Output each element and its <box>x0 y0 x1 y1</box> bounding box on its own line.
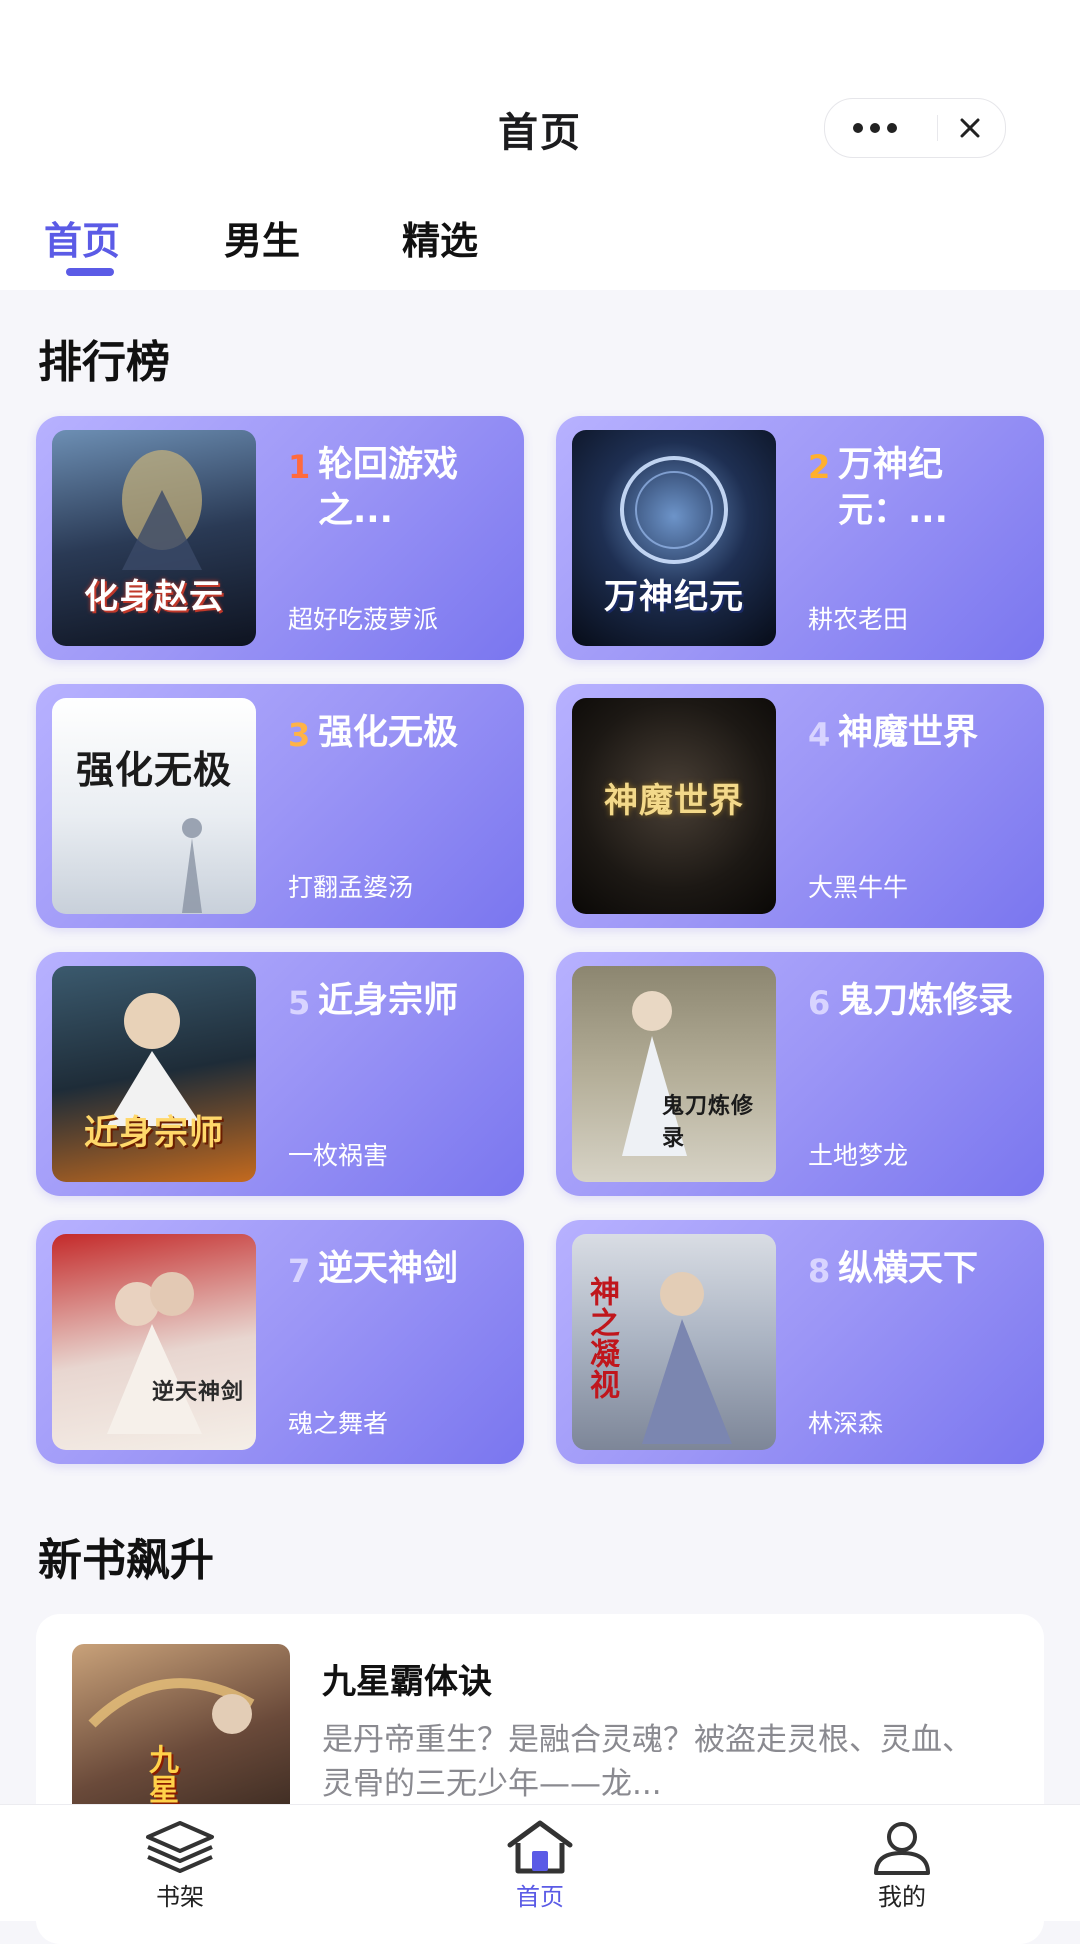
ranking-card[interactable]: 逆天神剑 7 逆天神剑 魂之舞者 <box>36 1220 524 1464</box>
book-cover: 神之凝视 <box>572 1234 776 1450</box>
rank-number: 3 <box>288 716 311 754</box>
cover-title-text: 逆天神剑 <box>152 1379 245 1405</box>
book-author: 耕农老田 <box>808 605 909 634</box>
ranking-section-title: 排行榜 <box>38 337 170 388</box>
capsule-divider <box>937 115 938 141</box>
book-author: 大黑牛牛 <box>808 873 909 902</box>
ranking-card[interactable]: 强化无极 3 强化无极 打翻孟婆汤 <box>36 684 524 928</box>
book-title: 近身宗师 <box>318 981 459 1021</box>
nav-profile[interactable]: 我的 <box>822 1805 982 1921</box>
couple-figure-icon <box>107 1272 202 1434</box>
tab-home[interactable]: 首页 <box>44 210 120 265</box>
active-tab-indicator <box>66 268 114 276</box>
cover-title-text: 近身宗师 <box>84 1113 224 1153</box>
nav-label: 首页 <box>516 1883 564 1911</box>
book-title: 神魔世界 <box>838 713 979 753</box>
ranking-card[interactable]: 神之凝视 8 纵横天下 林深森 <box>556 1220 1044 1464</box>
mini-program-capsule <box>824 98 1006 158</box>
book-author: 打翻孟婆汤 <box>288 873 414 902</box>
book-author: 土地梦龙 <box>808 1141 909 1170</box>
ranking-card[interactable]: 万神纪元 2 万神纪元：... 耕农老田 <box>556 416 1044 660</box>
bottom-nav: 书架 首页 我的 <box>0 1804 1080 1921</box>
tab-male[interactable]: 男生 <box>224 210 300 265</box>
book-title: 强化无极 <box>318 713 459 753</box>
top-header: 首页 首页 男生 精选 <box>0 0 1080 290</box>
rank-number: 2 <box>808 448 831 486</box>
book-cover: 化身赵云 <box>52 430 256 646</box>
book-author: 一枚祸害 <box>288 1141 389 1170</box>
book-title: 轮回游戏之... <box>318 445 459 531</box>
rank-number: 5 <box>288 984 311 1022</box>
cover-title-text: 强化无极 <box>75 747 232 792</box>
cover-title-text: 神之凝视 <box>584 1276 619 1400</box>
ranking-card[interactable]: 神魔世界 4 神魔世界 大黑牛牛 <box>556 684 1044 928</box>
cover-title-text: 化身赵云 <box>84 577 224 617</box>
book-title: 万神纪元：... <box>838 445 948 531</box>
book-cover: 逆天神剑 <box>52 1234 256 1450</box>
nav-home[interactable]: 首页 <box>460 1805 620 1921</box>
book-title: 鬼刀炼修录 <box>838 981 1014 1021</box>
book-cover: 近身宗师 <box>52 966 256 1182</box>
user-icon <box>874 1822 930 1875</box>
rank-number: 8 <box>808 1252 831 1290</box>
book-cover: 强化无极 <box>52 698 256 914</box>
tab-featured[interactable]: 精选 <box>402 210 478 265</box>
cover-title-text: 鬼刀炼修录 <box>662 1093 755 1151</box>
dot-icon <box>887 123 897 133</box>
nav-label: 我的 <box>878 1883 926 1911</box>
nav-label: 书架 <box>156 1883 204 1911</box>
dot-icon <box>870 123 880 133</box>
rank-number: 1 <box>288 448 311 486</box>
rank-number: 6 <box>808 984 831 1022</box>
ranking-card[interactable]: 近身宗师 5 近身宗师 一枚祸害 <box>36 952 524 1196</box>
more-options-button[interactable] <box>825 99 925 157</box>
cover-title-text: 万神纪元 <box>604 577 744 617</box>
book-title: 逆天神剑 <box>318 1249 459 1289</box>
tab-bar: 首页 男生 精选 <box>0 210 1080 280</box>
book-cover: 万神纪元 <box>572 430 776 646</box>
book-description: 是丹帝重生？是融合灵魂？被盗走灵根、灵血、灵骨的三无少年——龙... <box>322 1722 973 1802</box>
cover-title-text: 神魔世界 <box>604 781 744 821</box>
nav-bookshelf[interactable]: 书架 <box>100 1805 260 1921</box>
swordsman-figure-icon <box>182 818 202 913</box>
book-author: 超好吃菠萝派 <box>288 605 439 634</box>
book-title: 纵横天下 <box>838 1249 979 1289</box>
rank-number: 7 <box>288 1252 311 1290</box>
close-icon[interactable] <box>955 113 985 143</box>
new-books-section-title: 新书飙升 <box>38 1535 214 1586</box>
layers-icon <box>146 1821 214 1873</box>
rank-number: 4 <box>808 716 831 754</box>
book-cover: 神魔世界 <box>572 698 776 914</box>
book-author: 魂之舞者 <box>288 1409 389 1438</box>
cover-title-text: 九星 <box>143 1744 178 1804</box>
book-cover: 鬼刀炼修录 <box>572 966 776 1182</box>
ranking-card[interactable]: 鬼刀炼修录 6 鬼刀炼修录 土地梦龙 <box>556 952 1044 1196</box>
home-icon <box>507 1820 573 1874</box>
book-author: 林深森 <box>808 1409 884 1438</box>
ranking-card[interactable]: 化身赵云 1 轮回游戏之... 超好吃菠萝派 <box>36 416 524 660</box>
dot-icon <box>853 123 863 133</box>
book-title: 九星霸体诀 <box>322 1662 492 1702</box>
